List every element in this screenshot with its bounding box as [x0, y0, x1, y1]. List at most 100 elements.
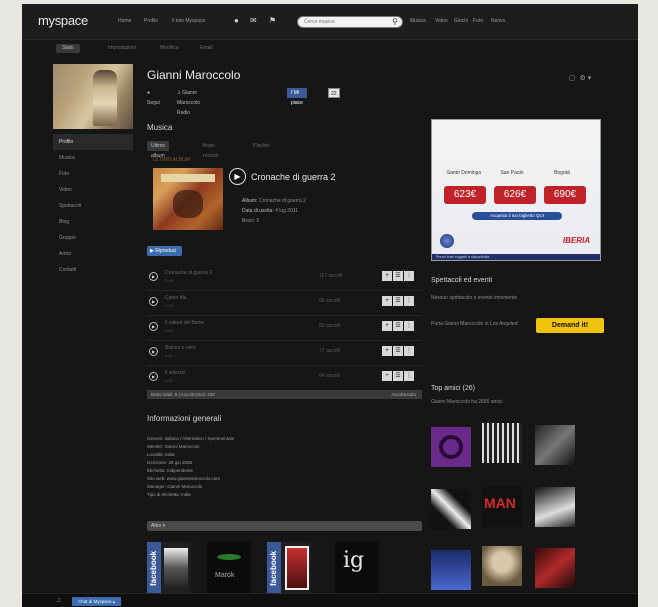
friend-tile[interactable]: [431, 427, 471, 467]
follow-button[interactable]: ● Segui: [147, 88, 160, 106]
flag-icon[interactable]: ⚑: [269, 16, 276, 25]
friend-thumb-facebook-2[interactable]: facebook: [267, 542, 311, 594]
track-name[interactable]: Bianco e nero: [165, 345, 196, 351]
mail-icon[interactable]: ✉: [250, 16, 257, 25]
subtab-status[interactable]: Stato: [56, 44, 80, 53]
gear-icon[interactable]: ⚙: [580, 75, 586, 82]
person-icon[interactable]: ●: [234, 16, 239, 25]
sidebar-item-video[interactable]: Video: [53, 182, 133, 198]
track-row[interactable]: ▶ Il calore del fiume 3:55 82 ascolti + ☰…: [147, 316, 422, 341]
listen-all-link[interactable]: Ascolta tutto: [391, 390, 416, 399]
play-all-button[interactable]: ▶ Riproduci: [147, 246, 183, 256]
track-play-icon[interactable]: ▶: [149, 297, 158, 306]
track-name[interactable]: Il calore del fiume: [165, 320, 204, 326]
track-play-icon[interactable]: ▶: [149, 272, 158, 281]
ad-cta-button[interactable]: Acquista il tuo biglietto QUI: [472, 212, 562, 220]
myspace-window: myspace Home Profilo Il mio Myspace ● ✉ …: [22, 4, 638, 607]
sidebar-item-contacts[interactable]: Contatti: [53, 262, 133, 278]
playlist-icon[interactable]: ☰: [393, 371, 403, 381]
music-note-icon[interactable]: ♫: [56, 597, 61, 604]
nav-profile[interactable]: Profilo: [144, 18, 158, 24]
sidebar-item-shows[interactable]: Spettacoli: [53, 198, 133, 214]
add-icon[interactable]: +: [382, 296, 392, 306]
add-icon[interactable]: +: [382, 346, 392, 356]
share-icon[interactable]: ▢: [569, 75, 576, 82]
ig-logo: ig: [343, 548, 365, 573]
sidebar-item-profile[interactable]: Profilo: [53, 134, 133, 150]
info-value: Italiano / Alternativo / Sperimentale: [164, 436, 235, 441]
playlist-icon[interactable]: ☰: [393, 271, 403, 281]
friend-thumb-facebook[interactable]: facebook: [147, 542, 191, 594]
friend-tile[interactable]: [535, 425, 575, 465]
add-icon[interactable]: +: [382, 321, 392, 331]
playlist-icon[interactable]: ☰: [393, 321, 403, 331]
track-play-icon[interactable]: ▶: [149, 372, 158, 381]
search-input[interactable]: [298, 17, 388, 27]
track-row[interactable]: ▶ Il silenzio 4:30 64 ascolti + ☰ ⋮: [147, 366, 422, 391]
nav-video[interactable]: Video: [435, 18, 448, 24]
tab-latest-album[interactable]: Ultimo album: [147, 141, 170, 159]
friend-tile[interactable]: [431, 489, 471, 529]
search-box[interactable]: ⚲: [297, 16, 403, 28]
add-icon[interactable]: +: [382, 271, 392, 281]
more-icon[interactable]: ⋮: [404, 271, 414, 281]
track-row[interactable]: ▶ Bianco e nero 5:01 77 ascolti + ☰ ⋮: [147, 341, 422, 366]
demand-it-button[interactable]: Demand it!: [536, 318, 604, 333]
search-icon[interactable]: ⚲: [392, 17, 398, 26]
track-duration: 4:12: [165, 303, 173, 308]
sidebar-item-music[interactable]: Musica: [53, 150, 133, 166]
track-play-icon[interactable]: ▶: [149, 347, 158, 356]
nav-my-myspace[interactable]: Il mio Myspace: [172, 18, 205, 24]
album-cover[interactable]: [153, 168, 223, 230]
nav-home[interactable]: Home: [118, 18, 131, 24]
friend-tile[interactable]: [482, 546, 522, 586]
more-icon[interactable]: ⋮: [404, 346, 414, 356]
track-name[interactable]: Il silenzio: [165, 370, 186, 376]
friend-tile[interactable]: [535, 487, 575, 527]
track-name[interactable]: Cronache di guerra 2: [165, 270, 212, 276]
nav-photos[interactable]: Foto: [473, 18, 483, 24]
events-title: Spettacoli ed eventi: [431, 277, 493, 284]
album-title[interactable]: Cronache di guerra 2: [251, 172, 336, 182]
track-row[interactable]: ▶ Canto blu 4:12 95 ascolti + ☰ ⋮: [147, 291, 422, 316]
track-row[interactable]: ▶ Cronache di guerra 2 3:48 117 ascolti …: [147, 266, 422, 291]
nav-games[interactable]: Giochi: [454, 18, 468, 24]
nav-new[interactable]: Nuovo: [491, 18, 505, 24]
subtab-email[interactable]: Email: [194, 44, 219, 53]
sidebar-item-group[interactable]: Gruppo: [53, 230, 133, 246]
more-icon[interactable]: ⋮: [404, 321, 414, 331]
nav-music[interactable]: Musica: [410, 18, 426, 24]
facebook-like-button[interactable]: f Mi piace: [287, 88, 307, 106]
profile-photo[interactable]: [53, 64, 133, 129]
friend-thumb-marok[interactable]: Marok: [207, 542, 251, 594]
album-meta-value[interactable]: Cronache di guerra 2: [259, 198, 306, 204]
info-value[interactable]: www.giannimaroccolo.com: [167, 476, 220, 481]
subtab-settings[interactable]: Impostazioni: [102, 44, 142, 53]
more-info-bar[interactable]: Altro ▾: [147, 521, 422, 531]
track-name[interactable]: Canto blu: [165, 295, 186, 301]
chat-button[interactable]: Chat di Myspace ▴: [72, 597, 122, 606]
friend-tile[interactable]: [535, 548, 575, 588]
sidebar-item-photos[interactable]: Foto: [53, 166, 133, 182]
radio-button[interactable]: ♫ Gianni Maroccolo Radio: [177, 88, 200, 116]
playlist-icon[interactable]: ☰: [393, 296, 403, 306]
iberia-advertisement[interactable]: Santo Domingo San Paolo Bogotà 623€ 626€…: [431, 119, 601, 261]
tab-playlist[interactable]: Playlist: [249, 141, 273, 151]
sidebar-item-blog[interactable]: Blog: [53, 214, 133, 230]
track-play-icon[interactable]: ▶: [149, 322, 158, 331]
playlist-icon[interactable]: ☰: [393, 346, 403, 356]
friend-thumb-ig[interactable]: ig: [335, 542, 379, 594]
friend-tile[interactable]: [482, 423, 522, 463]
sidebar-item-friends[interactable]: Amici: [53, 246, 133, 262]
friend-tile[interactable]: [431, 550, 471, 590]
tab-recent-tracks[interactable]: Brani recenti: [199, 141, 222, 159]
top-friends-title[interactable]: Top amici (26): [431, 385, 475, 392]
chevron-down-icon[interactable]: ▾: [588, 75, 592, 82]
add-icon[interactable]: +: [382, 371, 392, 381]
subtab-edit[interactable]: Modifica: [154, 44, 185, 53]
myspace-logo[interactable]: myspace: [38, 13, 88, 28]
album-play-button[interactable]: ▶: [229, 168, 246, 185]
friend-tile-man[interactable]: MAN: [482, 487, 522, 527]
more-icon[interactable]: ⋮: [404, 296, 414, 306]
more-icon[interactable]: ⋮: [404, 371, 414, 381]
